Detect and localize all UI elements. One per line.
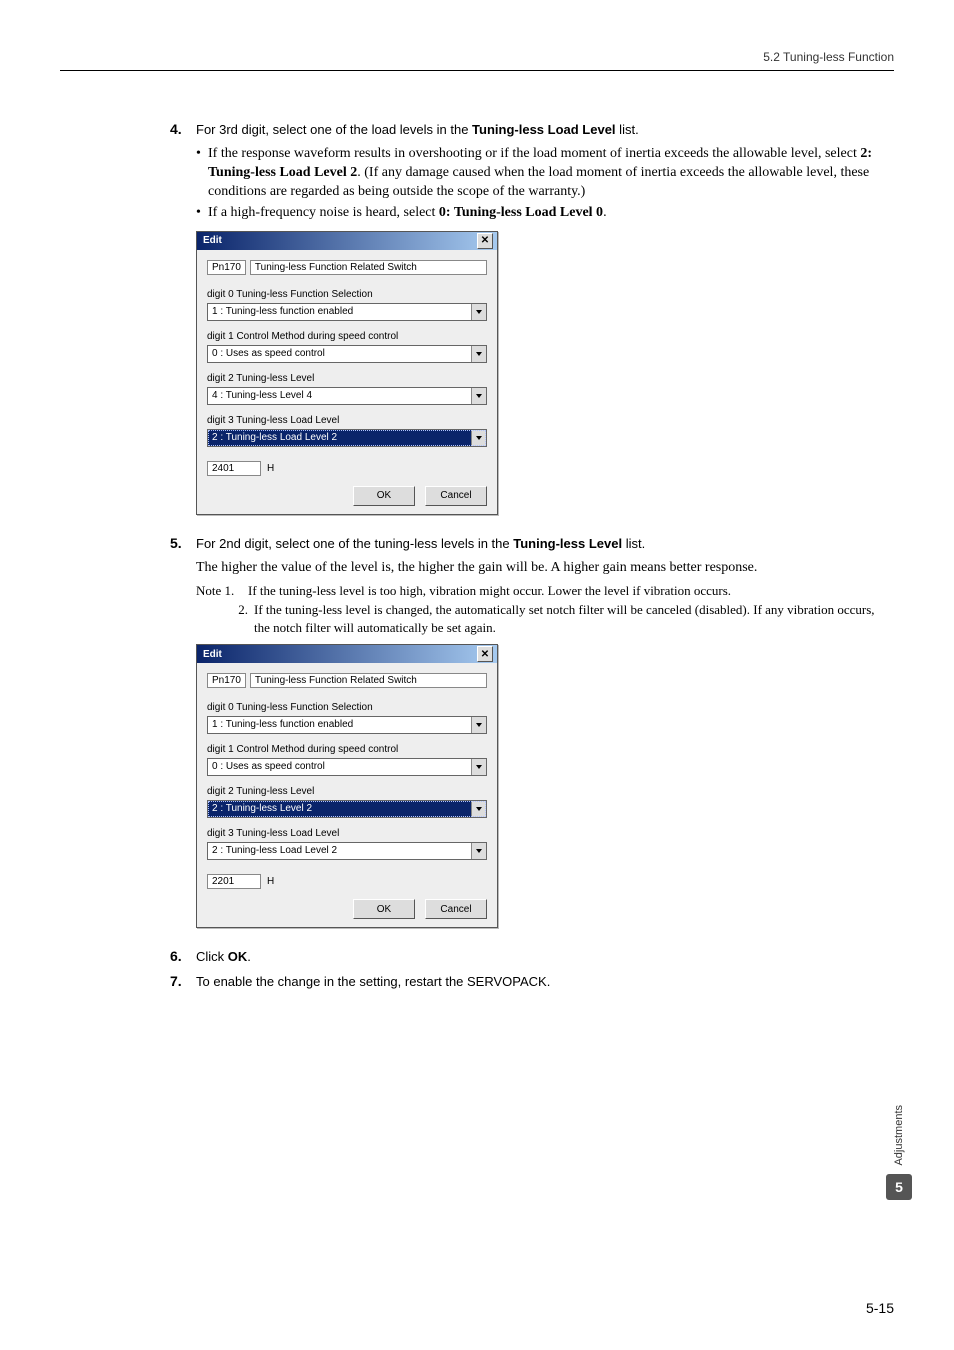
step-6: 6. Click OK. bbox=[170, 948, 884, 968]
dialog1-value-box: 2401 bbox=[207, 461, 261, 476]
close-icon[interactable]: ✕ bbox=[477, 233, 493, 249]
chevron-down-icon[interactable] bbox=[471, 430, 486, 446]
dialog1-d3-value: 2 : Tuning-less Load Level 2 bbox=[208, 430, 471, 446]
header-section: 5.2 Tuning-less Function bbox=[60, 50, 894, 64]
chevron-down-icon[interactable] bbox=[471, 388, 486, 404]
dialog2-d0-value: 1 : Tuning-less function enabled bbox=[208, 717, 471, 733]
dialog1-d2-combo[interactable]: 4 : Tuning-less Level 4 bbox=[207, 387, 487, 405]
dialog2-titlebar: Edit ✕ bbox=[197, 645, 497, 663]
ok-button[interactable]: OK bbox=[353, 899, 415, 919]
dialog1-d0-value: 1 : Tuning-less function enabled bbox=[208, 304, 471, 320]
dialog2-d2-label: digit 2 Tuning-less Level bbox=[207, 786, 487, 797]
step-5-lead-b: Tuning-less Level bbox=[513, 536, 622, 551]
dialog1-d3-label: digit 3 Tuning-less Load Level bbox=[207, 415, 487, 426]
step-4-number: 4. bbox=[170, 121, 196, 531]
dialog2-d3-value: 2 : Tuning-less Load Level 2 bbox=[208, 843, 471, 859]
dialog1-d0-label: digit 0 Tuning-less Function Selection bbox=[207, 289, 487, 300]
step-4-b1-a: If the response waveform results in over… bbox=[208, 146, 860, 161]
dialog1-titlebar: Edit ✕ bbox=[197, 232, 497, 250]
dialog1-d1-label: digit 1 Control Method during speed cont… bbox=[207, 331, 487, 342]
chevron-down-icon[interactable] bbox=[471, 759, 486, 775]
chevron-down-icon[interactable] bbox=[471, 304, 486, 320]
step-6-lead-c: . bbox=[247, 949, 251, 964]
page-number: 5-15 bbox=[866, 1300, 894, 1316]
bullet-dot: • bbox=[196, 204, 208, 223]
dialog2-d1-label: digit 1 Control Method during speed cont… bbox=[207, 744, 487, 755]
side-tab: Adjustments 5 bbox=[886, 1105, 912, 1200]
chapter-badge: 5 bbox=[886, 1174, 912, 1200]
step-7-lead: To enable the change in the setting, res… bbox=[196, 973, 884, 991]
dialog1-d2-label: digit 2 Tuning-less Level bbox=[207, 373, 487, 384]
dialog1-d1-value: 0 : Uses as speed control bbox=[208, 346, 471, 362]
chevron-down-icon[interactable] bbox=[471, 346, 486, 362]
step-6-lead-b: OK bbox=[228, 949, 248, 964]
dialog1-value-unit: H bbox=[267, 463, 274, 474]
step-5-lead: For 2nd digit, select one of the tuning-… bbox=[196, 535, 884, 553]
step-4-lead: For 3rd digit, select one of the load le… bbox=[196, 121, 884, 139]
step-4-bullet-1: • If the response waveform results in ov… bbox=[196, 145, 884, 202]
step-4-b2-a: If a high-frequency noise is heard, sele… bbox=[208, 205, 439, 220]
step-6-lead-a: Click bbox=[196, 949, 228, 964]
chevron-down-icon[interactable] bbox=[471, 843, 486, 859]
step-5-note-2: 2. If the tuning-less level is changed, … bbox=[196, 601, 884, 636]
dialog1-d2-value: 4 : Tuning-less Level 4 bbox=[208, 388, 471, 404]
dialog1-pn-code: Pn170 bbox=[207, 260, 246, 275]
edit-dialog-2: Edit ✕ Pn170 Tuning-less Function Relate… bbox=[196, 644, 498, 928]
step-5-note-2-body: If the tuning-less level is changed, the… bbox=[254, 601, 884, 636]
dialog2-d3-combo[interactable]: 2 : Tuning-less Load Level 2 bbox=[207, 842, 487, 860]
dialog2-d0-combo[interactable]: 1 : Tuning-less function enabled bbox=[207, 716, 487, 734]
step-6-number: 6. bbox=[170, 948, 196, 968]
dialog2-d2-combo[interactable]: 2 : Tuning-less Level 2 bbox=[207, 800, 487, 818]
close-icon[interactable]: ✕ bbox=[477, 646, 493, 662]
cancel-button[interactable]: Cancel bbox=[425, 486, 487, 506]
step-7-number: 7. bbox=[170, 973, 196, 997]
step-4-b2-c: . bbox=[603, 205, 607, 220]
dialog1-pn-name: Tuning-less Function Related Switch bbox=[250, 260, 487, 275]
step-5-lead-c: list. bbox=[622, 536, 645, 551]
dialog2-d1-value: 0 : Uses as speed control bbox=[208, 759, 471, 775]
step-5-note-2-label: 2. bbox=[196, 601, 254, 636]
step-4-bullet-2: • If a high-frequency noise is heard, se… bbox=[196, 204, 884, 223]
dialog1-title: Edit bbox=[203, 235, 477, 246]
step-4-lead-c: list. bbox=[616, 122, 639, 137]
dialog1-d3-combo[interactable]: 2 : Tuning-less Load Level 2 bbox=[207, 429, 487, 447]
step-5-lead-a: For 2nd digit, select one of the tuning-… bbox=[196, 536, 513, 551]
step-5-note-1-body: If the tuning-less level is too high, vi… bbox=[248, 582, 884, 600]
step-4-b2-b: 0: Tuning-less Load Level 0 bbox=[439, 205, 603, 220]
dialog2-pn-code: Pn170 bbox=[207, 673, 246, 688]
dialog2-value-box: 2201 bbox=[207, 874, 261, 889]
dialog2-d2-value: 2 : Tuning-less Level 2 bbox=[208, 801, 471, 817]
ok-button[interactable]: OK bbox=[353, 486, 415, 506]
dialog2-d3-label: digit 3 Tuning-less Load Level bbox=[207, 828, 487, 839]
step-5-note-1: Note 1. If the tuning-less level is too … bbox=[196, 582, 884, 600]
header-rule bbox=[60, 70, 894, 71]
step-6-lead: Click OK. bbox=[196, 948, 884, 966]
step-4-lead-b: Tuning-less Load Level bbox=[472, 122, 616, 137]
dialog2-d1-combo[interactable]: 0 : Uses as speed control bbox=[207, 758, 487, 776]
chevron-down-icon[interactable] bbox=[471, 717, 486, 733]
dialog1-d0-combo[interactable]: 1 : Tuning-less function enabled bbox=[207, 303, 487, 321]
dialog2-value-unit: H bbox=[267, 876, 274, 887]
dialog2-d0-label: digit 0 Tuning-less Function Selection bbox=[207, 702, 487, 713]
dialog2-pn-name: Tuning-less Function Related Switch bbox=[250, 673, 487, 688]
step-7: 7. To enable the change in the setting, … bbox=[170, 973, 884, 997]
dialog1-d1-combo[interactable]: 0 : Uses as speed control bbox=[207, 345, 487, 363]
bullet-dot: • bbox=[196, 145, 208, 202]
cancel-button[interactable]: Cancel bbox=[425, 899, 487, 919]
chevron-down-icon[interactable] bbox=[471, 801, 486, 817]
dialog2-title: Edit bbox=[203, 649, 477, 660]
step-4: 4. For 3rd digit, select one of the load… bbox=[170, 121, 884, 531]
step-4-lead-a: For 3rd digit, select one of the load le… bbox=[196, 122, 472, 137]
side-label: Adjustments bbox=[893, 1105, 905, 1166]
step-5-note-1-label: Note 1. bbox=[196, 582, 248, 600]
step-5-number: 5. bbox=[170, 535, 196, 945]
step-5-para1: The higher the value of the level is, th… bbox=[196, 559, 884, 578]
edit-dialog-1: Edit ✕ Pn170 Tuning-less Function Relate… bbox=[196, 231, 498, 515]
step-5: 5. For 2nd digit, select one of the tuni… bbox=[170, 535, 884, 945]
